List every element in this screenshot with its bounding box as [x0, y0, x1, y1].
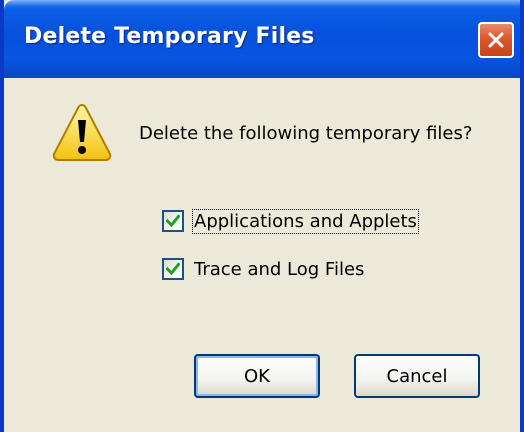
- applications-checkbox-label[interactable]: Applications and Applets: [192, 208, 419, 234]
- ok-button[interactable]: OK: [194, 354, 320, 398]
- title-bar-highlight: [4, 0, 520, 6]
- dialog-title: Delete Temporary Files: [24, 24, 315, 49]
- option-trace-and-log-files[interactable]: Trace and Log Files: [162, 257, 364, 281]
- trace-log-checkbox[interactable]: [162, 258, 184, 280]
- checkmark-icon: [166, 262, 180, 276]
- close-icon: [488, 32, 504, 48]
- checkmark-icon: [166, 214, 180, 228]
- applications-checkbox[interactable]: [162, 210, 184, 232]
- cancel-button[interactable]: Cancel: [354, 354, 480, 398]
- dialog-prompt: Delete the following temporary files?: [139, 123, 473, 144]
- trace-log-checkbox-label[interactable]: Trace and Log Files: [194, 259, 364, 280]
- title-bar[interactable]: Delete Temporary Files: [4, 0, 520, 78]
- close-button[interactable]: [478, 22, 514, 58]
- dialog-window: Delete Temporary Files Delete the follow…: [0, 0, 524, 432]
- option-applications-and-applets[interactable]: Applications and Applets: [162, 208, 419, 234]
- warning-icon: [52, 103, 112, 161]
